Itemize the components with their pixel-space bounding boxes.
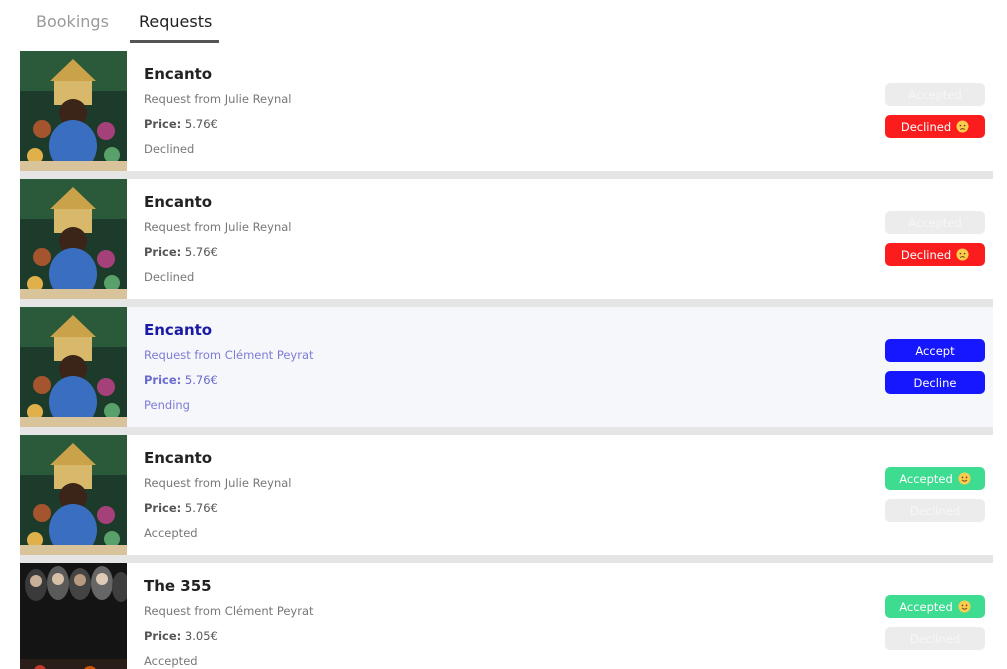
request-card: Encanto Request from Julie Reynal Price:… bbox=[20, 435, 993, 555]
request-card: Encanto Request from Julie Reynal Price:… bbox=[20, 51, 993, 171]
requester-text: Request from Julie Reynal bbox=[144, 220, 292, 234]
decline-button: Declined bbox=[885, 115, 985, 138]
decline-button-label: Declined bbox=[909, 503, 961, 518]
price-text: Price: 5.76€ bbox=[144, 117, 218, 131]
requester-text: Request from Clément Peyrat bbox=[144, 604, 314, 618]
price-value: 5.76€ bbox=[184, 373, 218, 387]
the-355-poster bbox=[20, 563, 127, 669]
sad-face-icon bbox=[956, 248, 969, 261]
tab-requests[interactable]: Requests bbox=[130, 12, 219, 43]
status-text: Pending bbox=[144, 398, 190, 412]
price-text: Price: 3.05€ bbox=[144, 629, 218, 643]
request-list: Encanto Request from Julie Reynal Price:… bbox=[20, 51, 993, 669]
smile-face-icon bbox=[958, 600, 971, 613]
price-text: Price: 5.76€ bbox=[144, 245, 218, 259]
status-text: Declined bbox=[144, 142, 195, 156]
request-card: Encanto Request from Julie Reynal Price:… bbox=[20, 179, 993, 299]
requester-text: Request from Clément Peyrat bbox=[144, 348, 314, 362]
accept-button: Accepted bbox=[885, 595, 985, 618]
status-text: Accepted bbox=[144, 526, 198, 540]
movie-title: Encanto bbox=[144, 65, 213, 83]
requester-text: Request from Julie Reynal bbox=[144, 92, 292, 106]
accept-button-label: Accepted bbox=[908, 215, 962, 230]
price-value: 5.76€ bbox=[184, 117, 218, 131]
encanto-poster bbox=[20, 307, 127, 427]
decline-button-label: Declined bbox=[909, 631, 961, 646]
price-value: 5.76€ bbox=[184, 501, 218, 515]
price-label: Price: bbox=[144, 501, 182, 515]
accept-button: Accepted bbox=[885, 467, 985, 490]
accept-button: Accepted bbox=[885, 83, 985, 106]
decline-button-label: Declined bbox=[900, 119, 952, 134]
accept-button-label: Accepted bbox=[899, 599, 953, 614]
requester-text: Request from Julie Reynal bbox=[144, 476, 292, 490]
request-card: Encanto Request from Clément Peyrat Pric… bbox=[20, 307, 993, 427]
price-text: Price: 5.76€ bbox=[144, 373, 218, 387]
encanto-poster bbox=[20, 179, 127, 299]
decline-button: Declined bbox=[885, 243, 985, 266]
tab-bar: Bookings Requests bbox=[0, 0, 1007, 44]
price-label: Price: bbox=[144, 629, 182, 643]
status-text: Accepted bbox=[144, 654, 198, 668]
decline-button: Declined bbox=[885, 499, 985, 522]
encanto-poster bbox=[20, 435, 127, 555]
decline-button-label: Declined bbox=[900, 247, 952, 262]
price-label: Price: bbox=[144, 373, 182, 387]
price-text: Price: 5.76€ bbox=[144, 501, 218, 515]
movie-title: Encanto bbox=[144, 321, 213, 339]
accept-button: Accepted bbox=[885, 211, 985, 234]
price-value: 5.76€ bbox=[184, 245, 218, 259]
smile-face-icon bbox=[958, 472, 971, 485]
accept-button-label: Accepted bbox=[908, 87, 962, 102]
price-label: Price: bbox=[144, 245, 182, 259]
decline-button[interactable]: Decline bbox=[885, 371, 985, 394]
movie-title: Encanto bbox=[144, 193, 213, 211]
decline-button-label: Decline bbox=[913, 375, 957, 390]
accept-button-label: Accept bbox=[915, 343, 955, 358]
sad-face-icon bbox=[956, 120, 969, 133]
accept-button[interactable]: Accept bbox=[885, 339, 985, 362]
price-value: 3.05€ bbox=[184, 629, 218, 643]
status-text: Declined bbox=[144, 270, 195, 284]
accept-button-label: Accepted bbox=[899, 471, 953, 486]
encanto-poster bbox=[20, 51, 127, 171]
price-label: Price: bbox=[144, 117, 182, 131]
movie-title: Encanto bbox=[144, 449, 213, 467]
tab-bookings[interactable]: Bookings bbox=[36, 12, 109, 43]
movie-title: The 355 bbox=[144, 577, 212, 595]
request-card: The 355 Request from Clément Peyrat Pric… bbox=[20, 563, 993, 669]
decline-button: Declined bbox=[885, 627, 985, 650]
